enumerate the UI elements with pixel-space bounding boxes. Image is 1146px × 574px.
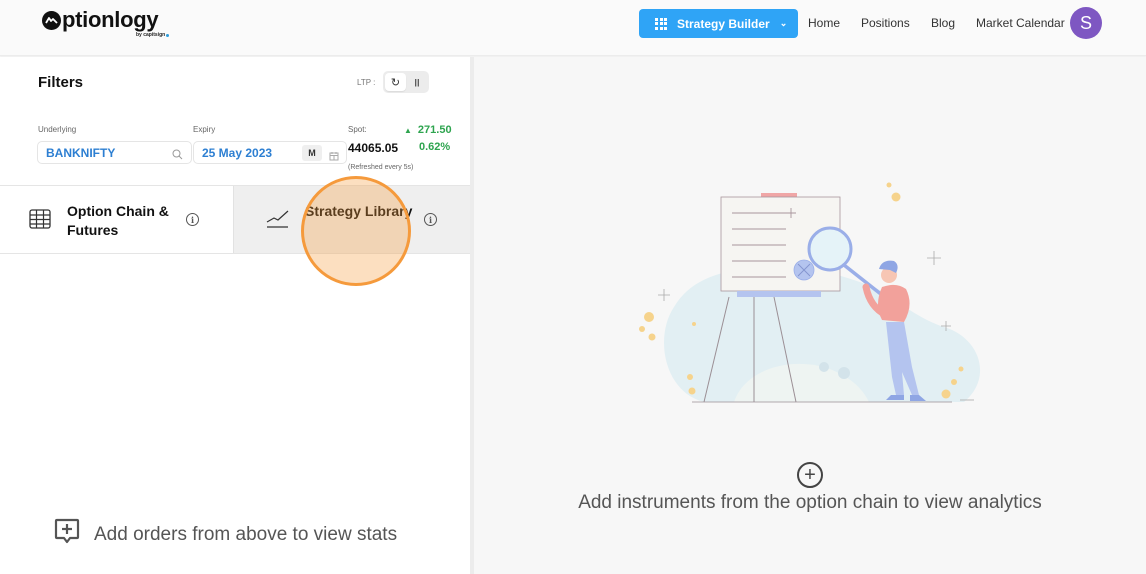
arrow-up-icon: ▲	[404, 125, 412, 135]
underlying-value: BANKNIFTY	[46, 145, 116, 160]
apps-grid-icon	[655, 17, 667, 30]
nav-blog[interactable]: Blog	[931, 16, 955, 30]
monthly-expiry-badge[interactable]: M	[302, 145, 322, 161]
pause-icon[interactable]: | |	[406, 73, 427, 91]
expiry-date-input[interactable]: 25 May 2023 M	[193, 141, 347, 164]
strategy-builder-button[interactable]: Strategy Builder ⌄	[639, 9, 798, 38]
ltp-label: LTP :	[357, 78, 376, 87]
nav-positions[interactable]: Positions	[861, 16, 910, 30]
tab-strategy-library[interactable]: Strategy Library i	[233, 186, 470, 253]
expiry-value: 25 May 2023	[202, 145, 273, 160]
refresh-icon[interactable]: ↻	[385, 73, 406, 91]
underlying-label: Underlying	[38, 125, 77, 134]
orders-empty-message: Add orders from above to view stats	[94, 523, 398, 545]
logo-subtext: by capitsign	[136, 32, 166, 38]
change-absolute: 271.50	[417, 124, 452, 136]
info-icon[interactable]: i	[424, 213, 437, 226]
user-avatar[interactable]: S	[1070, 7, 1102, 39]
info-icon[interactable]: i	[186, 213, 199, 226]
logo-mark-icon	[42, 10, 61, 30]
ltp-toggle: ↻ | |	[383, 71, 429, 93]
nav-home[interactable]: Home	[808, 16, 840, 30]
optionlogy-logo[interactable]: ptionlogy by capitsign	[42, 7, 170, 40]
spot-label: Spot:	[348, 125, 367, 134]
refresh-note: (Refreshed every 5s)	[348, 164, 414, 171]
calendar-icon[interactable]	[329, 148, 339, 166]
empty-state-illustration	[634, 177, 994, 417]
chevron-down-icon: ⌄	[779, 18, 788, 28]
expiry-label: Expiry	[193, 125, 216, 134]
orders-empty-state: Add orders from above to view stats	[54, 518, 397, 551]
analytics-empty-state: + Add instruments from the option chain …	[474, 462, 1146, 514]
underlying-search-input[interactable]: BANKNIFTY	[37, 141, 192, 164]
panel-tabs: Option Chain & Futures i Strategy Librar…	[0, 185, 470, 254]
change-percent: 0.62%	[419, 141, 451, 153]
logo-text: ptionlogy	[62, 7, 159, 32]
analytics-empty-message: Add instruments from the option chain to…	[578, 492, 1042, 513]
spot-value: 44065.05	[348, 141, 399, 155]
tab-strategy-library-label: Strategy Library	[305, 203, 413, 219]
tab-option-chain[interactable]: Option Chain & Futures i	[0, 186, 233, 253]
add-comment-icon	[54, 518, 80, 551]
filters-panel: Filters LTP : ↻ | | Underlying BANKNIFTY…	[0, 57, 470, 574]
nav-market-calendar[interactable]: Market Calendar	[976, 16, 1065, 30]
strategy-builder-label: Strategy Builder	[677, 16, 770, 31]
add-circle-icon[interactable]: +	[797, 462, 823, 488]
chart-line-icon	[266, 209, 290, 234]
analytics-panel: + Add instruments from the option chain …	[474, 57, 1146, 574]
tab-option-chain-label: Option Chain & Futures	[67, 203, 169, 238]
top-nav: ptionlogy by capitsign Strategy Builder …	[0, 0, 1146, 56]
filters-title: Filters	[38, 74, 84, 91]
search-icon	[172, 147, 183, 165]
table-icon	[29, 209, 51, 234]
